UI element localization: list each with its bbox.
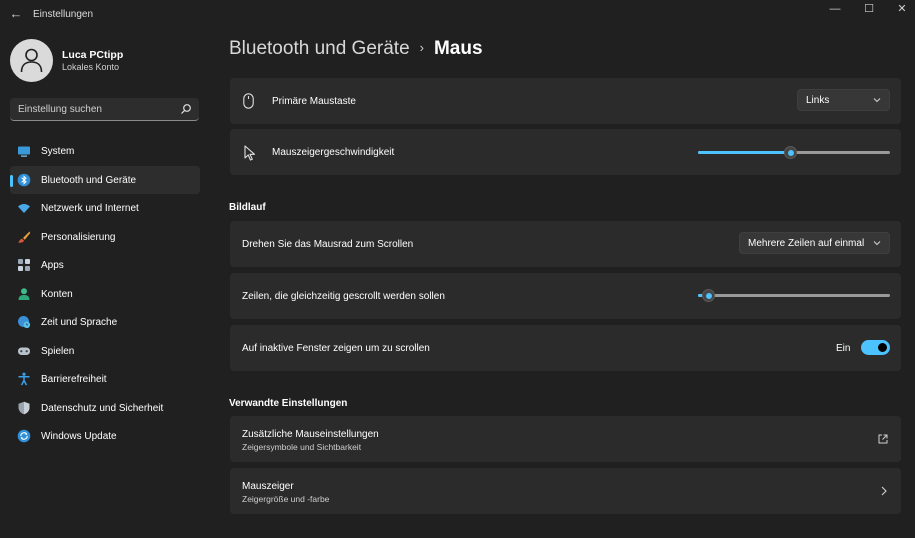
title-bar: ← Einstellungen — ☐ ✕ — [0, 0, 915, 30]
search-input[interactable]: Einstellung suchen — [10, 98, 199, 121]
sidebar-item-label: Barrierefreiheit — [41, 374, 107, 385]
search-icon[interactable] — [180, 103, 192, 115]
extra-mouse-settings-link[interactable]: Zusätzliche Mauseinstellungen Zeigersymb… — [230, 416, 901, 462]
page-title: Maus — [433, 38, 483, 59]
sidebar-item-label: Windows Update — [41, 431, 117, 442]
sidebar-item-time-language[interactable]: Zeit und Sprache — [10, 308, 200, 337]
mouse-pointer-label: Mauszeiger — [242, 481, 294, 492]
search-placeholder: Einstellung suchen — [18, 104, 102, 115]
minimize-button[interactable]: — — [825, 3, 845, 17]
user-name: Luca PCtipp — [62, 49, 124, 61]
toggle-knob — [878, 343, 887, 352]
slider-fill — [698, 151, 790, 154]
chevron-right-icon — [881, 486, 887, 496]
wheel-scroll-dropdown[interactable]: Mehrere Zeilen auf einmal — [739, 232, 890, 254]
avatar[interactable] — [10, 39, 53, 82]
pointer-speed-slider[interactable] — [698, 146, 890, 159]
sidebar-item-label: Bluetooth und Geräte — [41, 174, 137, 186]
sidebar-item-label: Apps — [41, 260, 64, 271]
lines-scroll-label: Zeilen, die gleichzeitig gescrollt werde… — [242, 291, 445, 302]
app-title: Einstellungen — [33, 9, 94, 20]
primary-button-card: Primäre Maustaste Links — [230, 78, 901, 124]
chevron-down-icon — [873, 98, 881, 103]
breadcrumb-parent[interactable]: Bluetooth und Geräte — [229, 38, 410, 59]
shield-icon — [18, 401, 30, 414]
slider-thumb[interactable] — [784, 146, 797, 159]
maximize-button[interactable]: ☐ — [859, 3, 879, 17]
toggle-state-label: Ein — [836, 343, 851, 354]
system-icon — [18, 146, 30, 157]
sidebar-item-label: Netzwerk und Internet — [41, 203, 139, 214]
person-icon — [18, 287, 30, 300]
extra-mouse-label: Zusätzliche Mauseinstellungen — [242, 429, 379, 440]
apps-icon — [18, 259, 30, 271]
pointer-speed-label: Mauszeigergeschwindigkeit — [272, 147, 395, 158]
sidebar-item-accounts[interactable]: Konten — [10, 280, 200, 309]
brush-icon — [18, 231, 31, 243]
sidebar-item-apps[interactable]: Apps — [10, 251, 200, 280]
inactive-scroll-toggle[interactable] — [861, 340, 890, 355]
mouse-pointer-sub: Zeigergröße und -farbe — [242, 494, 330, 504]
mouse-icon — [243, 93, 254, 109]
slider-thumb[interactable] — [702, 289, 715, 302]
accessibility-icon — [18, 372, 30, 386]
sidebar-item-system[interactable]: System — [10, 137, 200, 166]
section-title-related: Verwandte Einstellungen — [229, 398, 348, 409]
chevron-down-icon — [873, 241, 881, 246]
wheel-scroll-card: Drehen Sie das Mausrad zum Scrollen Mehr… — [230, 221, 901, 267]
globe-clock-icon — [18, 316, 31, 329]
update-icon — [17, 429, 31, 443]
sidebar-item-network[interactable]: Netzwerk und Internet — [10, 194, 200, 223]
cursor-icon — [244, 145, 256, 161]
inactive-scroll-card: Auf inaktive Fenster zeigen um zu scroll… — [230, 325, 901, 371]
wifi-icon — [18, 204, 30, 213]
sidebar-item-label: Spielen — [41, 345, 75, 357]
sidebar-item-label: System — [41, 146, 75, 157]
sidebar-item-privacy[interactable]: Datenschutz und Sicherheit — [10, 394, 200, 423]
sidebar-item-label: Zeit und Sprache — [41, 317, 118, 328]
primary-button-label: Primäre Maustaste — [272, 96, 356, 107]
primary-button-dropdown[interactable]: Links — [797, 89, 890, 111]
sidebar-item-personalization[interactable]: Personalisierung — [10, 223, 200, 252]
sidebar-item-label: Datenschutz und Sicherheit — [41, 402, 164, 414]
sidebar-item-windows-update[interactable]: Windows Update — [10, 422, 200, 451]
sidebar-item-bluetooth[interactable]: Bluetooth und Geräte — [10, 165, 200, 194]
lines-scroll-card: Zeilen, die gleichzeitig gescrollt werde… — [230, 273, 901, 319]
sidebar-nav: System Bluetooth und Geräte Netzwerk und… — [10, 137, 200, 451]
inactive-scroll-label: Auf inaktive Fenster zeigen um zu scroll… — [242, 343, 430, 354]
sidebar-item-label: Personalisierung — [41, 231, 116, 243]
back-arrow-icon[interactable]: ← — [8, 6, 24, 22]
sidebar-item-label: Konten — [41, 288, 73, 300]
dropdown-value: Mehrere Zeilen auf einmal — [748, 238, 865, 249]
extra-mouse-sub: Zeigersymbole und Sichtbarkeit — [242, 442, 362, 452]
mouse-pointer-link[interactable]: Mauszeiger Zeigergröße und -farbe — [230, 468, 901, 514]
account-type: Lokales Konto — [62, 62, 120, 72]
bluetooth-icon — [17, 173, 31, 186]
chevron-right-icon: › — [419, 40, 424, 55]
gamepad-icon — [18, 347, 30, 355]
dropdown-value: Links — [806, 95, 830, 106]
external-link-icon — [878, 434, 888, 444]
pointer-speed-card: Mauszeigergeschwindigkeit — [230, 129, 901, 175]
breadcrumb: Bluetooth und Geräte › Maus — [229, 38, 483, 60]
sidebar-item-accessibility[interactable]: Barrierefreiheit — [10, 365, 200, 394]
wheel-scroll-label: Drehen Sie das Mausrad zum Scrollen — [242, 239, 414, 250]
lines-scroll-slider[interactable] — [698, 289, 890, 302]
person-icon — [20, 48, 43, 73]
section-title-scroll: Bildlauf — [229, 202, 266, 213]
close-button[interactable]: ✕ — [892, 3, 912, 17]
sidebar-item-gaming[interactable]: Spielen — [10, 337, 200, 366]
